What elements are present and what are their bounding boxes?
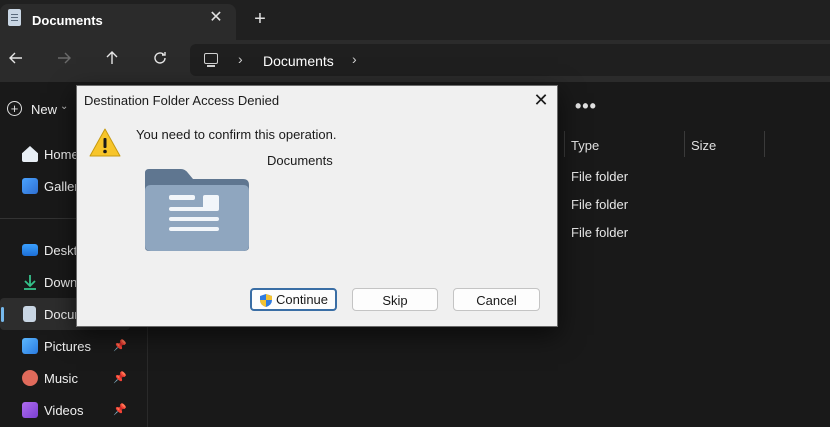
pin-icon[interactable]: 📌: [113, 371, 127, 384]
chevron-right-icon[interactable]: ›: [352, 51, 357, 67]
pictures-icon: [22, 338, 38, 354]
new-button[interactable]: New: [31, 102, 57, 117]
desktop-icon: [22, 244, 38, 256]
file-type-cell[interactable]: File folder: [571, 197, 628, 212]
dialog-message: You need to confirm this operation.: [136, 127, 337, 142]
pin-icon[interactable]: 📌: [113, 403, 127, 416]
arrow-left-icon: [9, 52, 22, 64]
forward-button[interactable]: [52, 49, 76, 73]
column-separator[interactable]: [764, 131, 765, 157]
arrow-right-icon: [58, 52, 71, 64]
skip-button[interactable]: Skip: [352, 288, 438, 311]
breadcrumb-documents[interactable]: Documents: [263, 53, 334, 69]
sidebar-item-label: Music: [44, 371, 78, 386]
refresh-button[interactable]: [148, 49, 172, 73]
file-type-cell[interactable]: File folder: [571, 225, 628, 240]
chevron-down-icon[interactable]: ⌄: [60, 101, 68, 112]
continue-button[interactable]: Continue: [250, 288, 337, 311]
new-tab-icon[interactable]: +: [250, 9, 270, 29]
downloads-icon: [22, 274, 38, 290]
column-separator[interactable]: [684, 131, 685, 157]
column-header-size[interactable]: Size: [691, 138, 716, 153]
this-pc-icon[interactable]: [204, 53, 218, 67]
pin-icon[interactable]: 📌: [113, 339, 127, 352]
documents-folder-icon: [143, 167, 251, 256]
folder-name: Documents: [267, 153, 333, 168]
sidebar-item-label: Pictures: [44, 339, 91, 354]
dialog-close-icon[interactable]: ✕: [531, 90, 551, 110]
sidebar-item-label: Home: [44, 147, 79, 162]
videos-icon: [22, 402, 38, 418]
documents-icon: [23, 306, 36, 322]
dialog-title: Destination Folder Access Denied: [84, 93, 280, 108]
tab-title: Documents: [32, 13, 103, 28]
uac-shield-icon: [259, 294, 272, 308]
document-icon: [8, 9, 21, 26]
home-icon: [22, 146, 38, 162]
close-tab-icon[interactable]: ✕: [207, 9, 225, 27]
continue-label: Continue: [275, 292, 329, 307]
back-button[interactable]: [4, 49, 28, 73]
column-separator[interactable]: [564, 131, 565, 157]
file-type-cell[interactable]: File folder: [571, 169, 628, 184]
sidebar-item-pictures[interactable]: Pictures 📌: [0, 330, 135, 362]
cancel-button[interactable]: Cancel: [453, 288, 540, 311]
chevron-right-icon[interactable]: ›: [238, 51, 243, 67]
column-header-type[interactable]: Type: [571, 138, 599, 153]
warning-icon: [88, 126, 122, 163]
plus-icon[interactable]: +: [7, 101, 22, 116]
sidebar-item-label: Videos: [44, 403, 84, 418]
gallery-icon: [22, 178, 38, 194]
arrow-up-icon: [106, 51, 118, 64]
refresh-icon: [154, 52, 166, 64]
more-options-button[interactable]: •••: [575, 96, 597, 117]
up-button[interactable]: [100, 49, 124, 73]
music-icon: [22, 370, 38, 386]
sidebar-item-music[interactable]: Music 📌: [0, 362, 135, 394]
sidebar-item-videos[interactable]: Videos 📌: [0, 394, 135, 426]
